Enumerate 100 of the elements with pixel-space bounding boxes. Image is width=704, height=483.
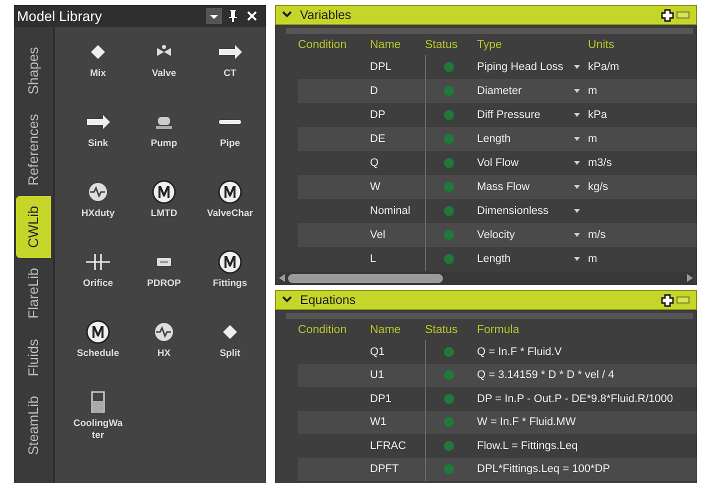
dropdown-caret-icon[interactable]	[574, 257, 580, 261]
table-cell-text: m/s	[588, 228, 607, 243]
scrollbar-thumb[interactable]	[288, 274, 443, 282]
dropdown-caret-icon[interactable]	[574, 113, 580, 117]
table-cell-text: Diameter	[477, 84, 523, 99]
item-label: Valve	[150, 68, 178, 80]
item-label: Pump	[150, 138, 178, 150]
library-tab[interactable]: Shapes	[16, 37, 51, 104]
library-item[interactable]: Fittings	[197, 249, 263, 319]
library-item[interactable]: Pipe	[197, 109, 263, 179]
table-cell-text: LFRAC	[370, 438, 408, 454]
table-cell-text: kg/s	[588, 180, 610, 195]
table-cell-text: Mass Flow	[477, 180, 531, 195]
status-dot	[444, 62, 454, 72]
column-header: Condition	[298, 38, 348, 53]
dropdown-caret-icon[interactable]	[574, 161, 580, 165]
table-cell-text: DP	[370, 108, 386, 123]
library-item[interactable]: Schedule	[65, 319, 131, 389]
library-item[interactable]: Sink	[65, 109, 131, 179]
item-label: Orifice	[82, 278, 114, 290]
library-tab[interactable]: SteamLib	[16, 386, 51, 466]
table-cell-text: DPFT	[370, 462, 400, 477]
library-item[interactable]: Mix	[65, 39, 131, 109]
library-tab[interactable]: Fluids	[16, 328, 51, 386]
table-cell-text: W	[370, 180, 382, 195]
table-cell-text: DPL	[370, 60, 392, 75]
status-dot	[444, 134, 454, 144]
column-header: Condition	[298, 322, 348, 338]
item-label: Split	[218, 348, 242, 360]
table-cell-text: Nominal	[370, 204, 412, 219]
motor-icon	[84, 319, 112, 345]
library-item[interactable]: HX	[131, 319, 197, 389]
remove-icon[interactable]	[676, 296, 690, 304]
library-item[interactable]: ValveChar	[197, 179, 263, 249]
dropdown-caret-icon[interactable]	[574, 137, 580, 141]
item-label: CoolingWater	[73, 418, 123, 443]
horizontal-scrollbar[interactable]	[279, 272, 693, 284]
library-item[interactable]: CT	[197, 39, 263, 109]
status-dot	[444, 254, 454, 264]
dropdown-caret-icon[interactable]	[574, 89, 580, 93]
status-dot	[444, 182, 454, 192]
item-label: Schedule	[76, 348, 120, 360]
scroll-right-icon[interactable]	[687, 274, 693, 282]
dropdown-caret-icon[interactable]	[574, 65, 580, 69]
motor-icon	[216, 249, 244, 275]
table-cell-text: Length	[477, 252, 512, 267]
library-item[interactable]: Orifice	[65, 249, 131, 319]
remove-icon[interactable]	[676, 11, 690, 19]
table-cell-text: Dimensionless	[477, 204, 550, 219]
item-label: Sink	[86, 138, 110, 150]
table-cell-text: m	[588, 252, 598, 267]
panel-title: Equations	[300, 292, 357, 309]
item-label: Mix	[89, 68, 107, 80]
table-cell-text: L	[370, 252, 378, 267]
motor-icon	[216, 179, 244, 205]
table-cell-text: Q	[370, 156, 380, 171]
column-header: Name	[370, 38, 402, 53]
table-cell-text: kPa/m	[588, 60, 620, 75]
status-dot	[444, 110, 454, 120]
column-header: Status	[425, 322, 459, 338]
chevron-icon[interactable]	[282, 296, 292, 304]
library-item[interactable]: CoolingWater	[65, 389, 131, 459]
table-cell-text: DPL*Fittings.Leq = 100*DP	[477, 462, 611, 477]
status-dot	[444, 417, 454, 428]
library-tab[interactable]: FlareLib	[16, 258, 51, 329]
dropdown-caret-icon[interactable]	[574, 209, 580, 213]
library-item[interactable]: Pump	[131, 109, 197, 179]
status-dot	[444, 394, 454, 404]
library-item[interactable]: PDROP	[131, 249, 197, 319]
library-item[interactable]: Valve	[131, 39, 197, 109]
table-cell-text: Flow.L = Fittings.Leq	[477, 438, 579, 454]
status-dot	[444, 230, 454, 240]
table-cell-text: Vel	[370, 228, 386, 243]
scroll-left-icon[interactable]	[279, 274, 285, 282]
dropdown-icon[interactable]	[206, 8, 222, 24]
table-cell-text: Vol Flow	[477, 156, 520, 171]
status-dot	[444, 86, 454, 96]
dropdown-caret-icon[interactable]	[574, 185, 580, 189]
table-cell-text: m3/s	[588, 156, 613, 171]
item-label: PDROP	[146, 278, 182, 290]
table-cell-text: Piping Head Loss	[477, 60, 564, 75]
table-cell-text: Q = 3.14159 * D * D * vel / 4	[477, 368, 616, 383]
status-dot	[444, 464, 454, 474]
table-cell-text: m	[588, 132, 598, 147]
status-dot	[444, 206, 454, 216]
item-label: Fittings	[212, 278, 248, 290]
library-item[interactable]: LMTD	[131, 179, 197, 249]
item-label: Pipe	[218, 138, 242, 150]
table-cell-text: DP1	[370, 392, 392, 406]
add-icon[interactable]	[661, 294, 674, 306]
library-item[interactable]: Split	[197, 319, 263, 389]
item-label: LMTD	[150, 208, 178, 220]
library-tab[interactable]: CWLib	[16, 196, 51, 258]
chevron-icon[interactable]	[282, 11, 292, 19]
library-tab[interactable]: References	[16, 104, 51, 196]
item-label: HXduty	[80, 208, 116, 220]
add-icon[interactable]	[661, 8, 674, 22]
dropdown-caret-icon[interactable]	[574, 233, 580, 237]
library-item[interactable]: HXduty	[65, 179, 131, 249]
table-cell-text: Velocity	[477, 228, 516, 243]
